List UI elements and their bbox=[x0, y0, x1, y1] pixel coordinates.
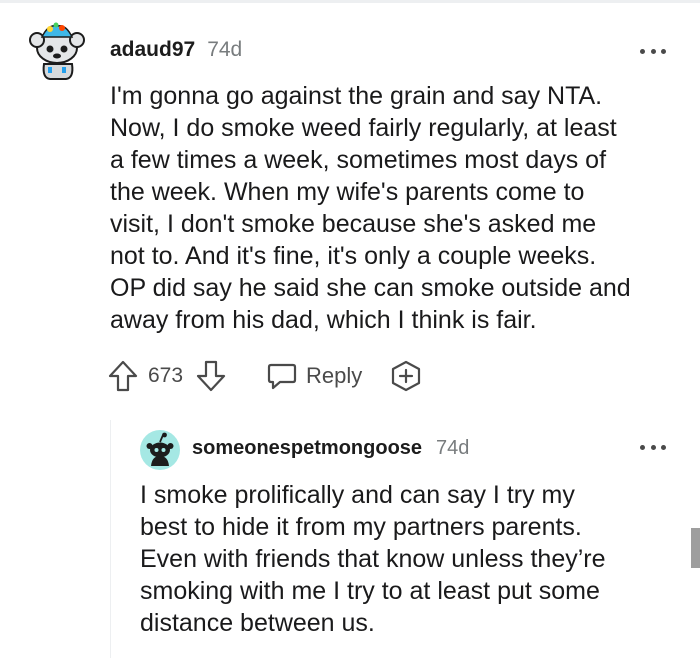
comment-age: 74d bbox=[436, 437, 470, 459]
more-options-icon[interactable] bbox=[640, 48, 666, 54]
comment-thread: adaud97 74d I'm gonna go against the gra… bbox=[0, 0, 700, 658]
reply-button[interactable]: Reply bbox=[266, 360, 362, 392]
comment-body: I'm gonna go against the grain and say N… bbox=[110, 82, 631, 334]
scrollbar[interactable] bbox=[691, 528, 700, 568]
username[interactable]: adaud97 bbox=[110, 38, 195, 62]
comment-body: I smoke prolifically and can say I try m… bbox=[140, 481, 606, 637]
award-icon[interactable] bbox=[390, 360, 422, 392]
reply-icon bbox=[266, 361, 298, 391]
comment-actions: 673 Reply bbox=[108, 358, 448, 394]
divider bbox=[0, 0, 700, 3]
comment-age: 74d bbox=[207, 38, 243, 61]
default-snoo-avatar-icon[interactable] bbox=[140, 430, 180, 470]
comment-header: someonespetmongoose 74d bbox=[192, 437, 469, 461]
more-options-icon[interactable] bbox=[640, 444, 666, 450]
thread-line[interactable] bbox=[110, 420, 111, 658]
username[interactable]: someonespetmongoose bbox=[192, 437, 422, 460]
reply-label: Reply bbox=[306, 363, 363, 388]
comment-header: adaud97 74d bbox=[110, 38, 242, 62]
snoo-avatar-icon[interactable] bbox=[28, 20, 86, 80]
upvote-icon[interactable] bbox=[108, 360, 138, 392]
downvote-icon[interactable] bbox=[196, 360, 226, 392]
vote-score: 673 bbox=[148, 364, 184, 387]
